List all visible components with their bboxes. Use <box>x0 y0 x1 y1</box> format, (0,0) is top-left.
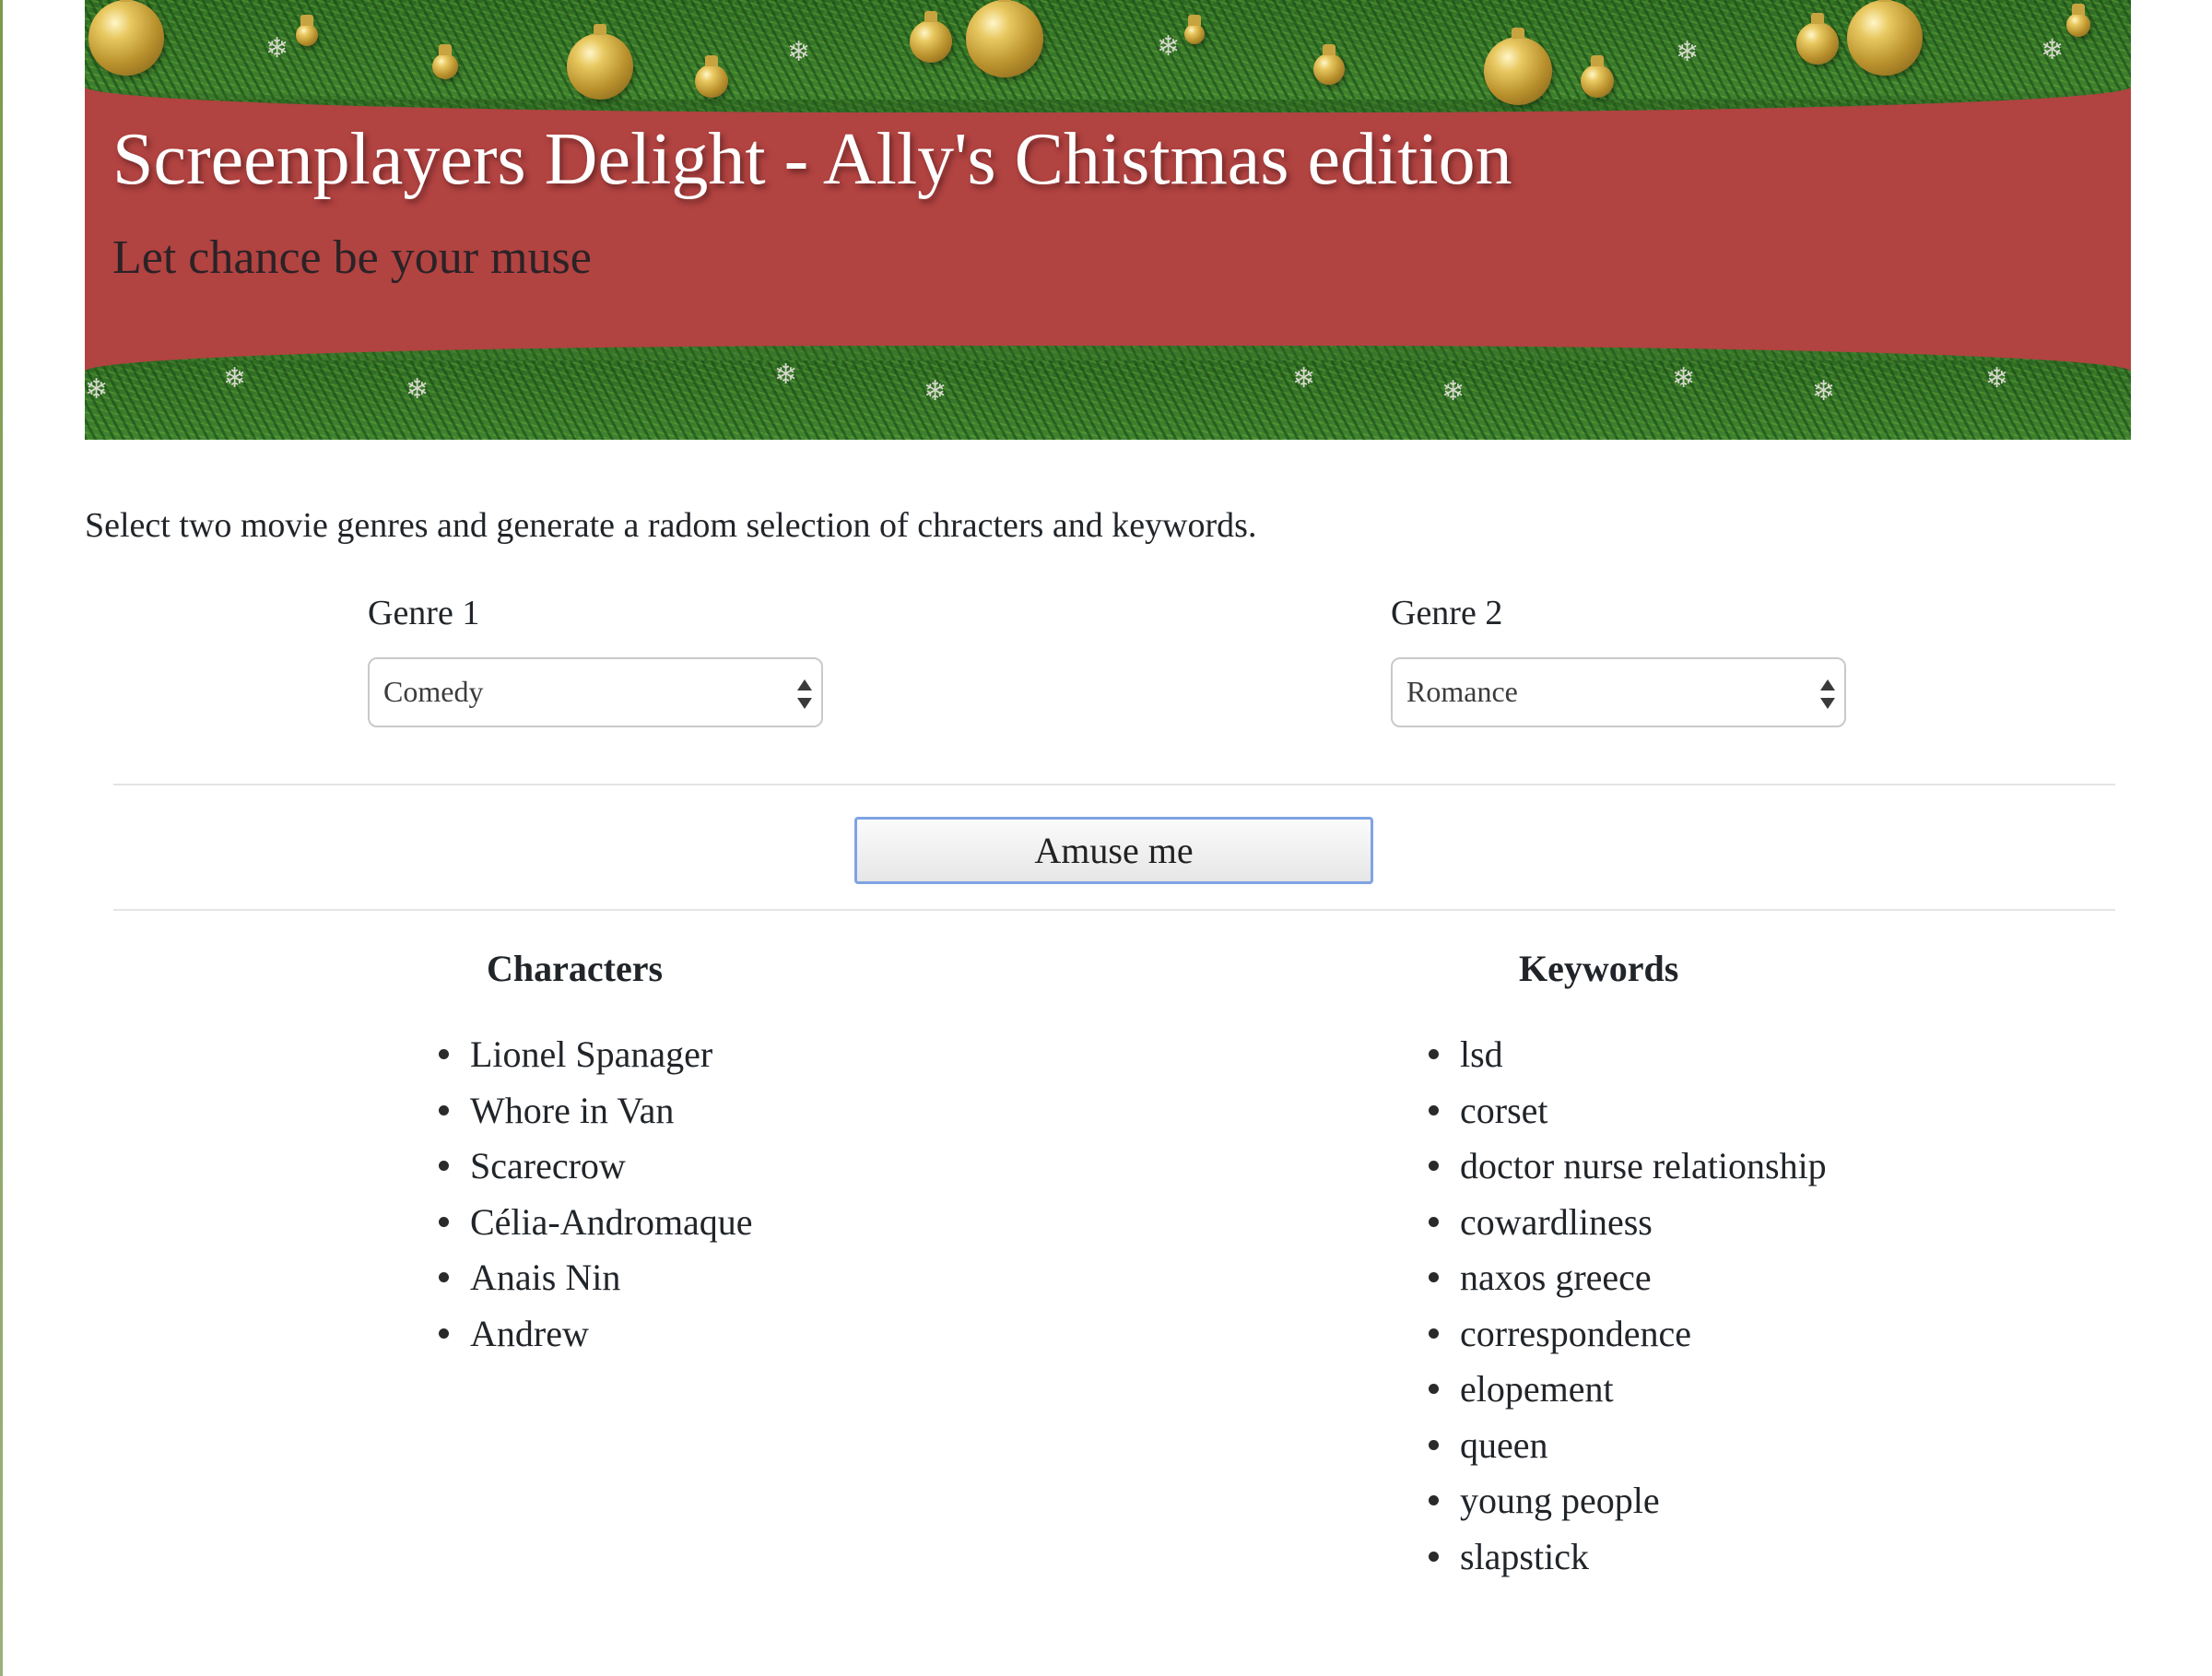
ornament-icon <box>1184 15 1205 44</box>
bullet-icon <box>1429 1495 1439 1505</box>
bullet-icon <box>439 1272 449 1282</box>
genre-1-label: Genre 1 <box>368 594 480 632</box>
bullet-icon <box>439 1216 449 1227</box>
select-arrows-icon <box>1820 678 1835 711</box>
snowflake-icon: ❄ <box>787 36 811 68</box>
list-item: young people <box>1429 1479 1827 1535</box>
ornament-icon <box>1847 0 1923 76</box>
snowflake-icon: ❄ <box>1812 375 1836 407</box>
list-item: Célia-Andromaque <box>439 1200 753 1257</box>
list-item: Andrew <box>439 1312 753 1368</box>
bullet-icon <box>1429 1328 1439 1339</box>
bullet-icon <box>1429 1049 1439 1059</box>
genre-1-selected-value: Comedy <box>383 675 484 708</box>
ornament-icon <box>1484 28 1552 105</box>
list-item: Lionel Spanager <box>439 1033 753 1089</box>
select-arrows-icon <box>797 678 812 711</box>
character-item-text: Andrew <box>470 1312 589 1354</box>
ornament-icon <box>88 0 164 76</box>
character-item-text: Lionel Spanager <box>470 1033 713 1075</box>
list-item: lsd <box>1429 1033 1827 1089</box>
ornament-icon <box>695 55 728 98</box>
ornament-icon <box>1581 55 1614 98</box>
list-item: Whore in Van <box>439 1089 753 1145</box>
list-item: naxos greece <box>1429 1256 1827 1312</box>
bullet-icon <box>1429 1384 1439 1394</box>
keyword-item-text: young people <box>1460 1480 1660 1521</box>
snowflake-icon: ❄ <box>1985 362 2009 395</box>
snowflake-icon: ❄ <box>774 359 798 391</box>
bullet-icon <box>1429 1272 1439 1282</box>
ornament-icon <box>567 24 633 100</box>
ornament-icon <box>432 44 458 79</box>
keyword-item-text: queen <box>1460 1423 1548 1466</box>
list-item: Scarecrow <box>439 1144 753 1200</box>
list-item: queen <box>1429 1423 1827 1480</box>
genre-2-selected-value: Romance <box>1406 675 1518 708</box>
bullet-icon <box>1429 1439 1439 1450</box>
bullet-icon <box>439 1049 449 1059</box>
genre-2-label: Genre 2 <box>1391 594 1503 632</box>
bullet-icon <box>1429 1104 1439 1115</box>
page-subtitle: Let chance be your muse <box>112 231 592 284</box>
snowflake-icon: ❄ <box>1292 362 1316 395</box>
bullet-icon <box>1429 1216 1439 1227</box>
snowflake-icon: ❄ <box>924 375 947 407</box>
intro-text: Select two movie genres and generate a r… <box>85 506 1257 545</box>
keyword-item-text: lsd <box>1460 1033 1503 1075</box>
list-item: cowardliness <box>1429 1200 1827 1257</box>
keyword-item-text: correspondence <box>1460 1312 1691 1354</box>
snowflake-icon: ❄ <box>85 373 109 406</box>
keyword-item-text: corset <box>1460 1089 1548 1131</box>
snowflake-icon: ❄ <box>1676 36 1700 68</box>
characters-list: Lionel Spanager Whore in Van Scarecrow C… <box>439 1033 753 1368</box>
keyword-item-text: cowardliness <box>1460 1200 1653 1243</box>
page-title: Screenplayers Delight - Ally's Chistmas … <box>112 119 1512 200</box>
list-item: slapstick <box>1429 1535 1827 1591</box>
characters-heading: Characters <box>487 948 664 989</box>
genre-2-select[interactable]: Romance <box>1391 657 1846 727</box>
snowflake-icon: ❄ <box>1157 30 1181 63</box>
snowflake-icon: ❄ <box>1672 362 1696 395</box>
keyword-item-text: doctor nurse relationship <box>1460 1145 1827 1186</box>
ornament-icon <box>1313 44 1345 85</box>
bullet-icon <box>439 1328 449 1339</box>
keyword-item-text: naxos greece <box>1460 1257 1652 1298</box>
snowflake-icon: ❄ <box>265 32 289 65</box>
keywords-heading: Keywords <box>1519 948 1679 989</box>
ornament-icon <box>2066 4 2090 37</box>
list-item: correspondence <box>1429 1312 1827 1368</box>
keyword-item-text: slapstick <box>1460 1535 1589 1577</box>
snowflake-icon: ❄ <box>406 373 429 406</box>
snowflake-icon: ❄ <box>223 362 247 395</box>
ornament-icon <box>910 11 952 63</box>
keywords-list: lsd corset doctor nurse relationship cow… <box>1429 1033 1827 1591</box>
character-item-text: Anais Nin <box>470 1257 621 1298</box>
list-item: Anais Nin <box>439 1256 753 1312</box>
list-item: elopement <box>1429 1367 1827 1423</box>
genre-1-select[interactable]: Comedy <box>368 657 823 727</box>
bullet-icon <box>439 1161 449 1171</box>
amuse-me-button[interactable]: Amuse me <box>854 817 1373 884</box>
list-item: doctor nurse relationship <box>1429 1144 1827 1200</box>
divider-bottom <box>113 909 2115 911</box>
character-item-text: Célia-Andromaque <box>470 1200 753 1243</box>
bullet-icon <box>1429 1161 1439 1171</box>
keyword-item-text: elopement <box>1460 1368 1614 1410</box>
character-item-text: Whore in Van <box>470 1089 675 1131</box>
divider-top <box>113 784 2115 785</box>
christmas-banner: ❄ ❄ ❄ ❄ ❄ ❄ ❄ ❄ ❄ ❄ ❄ ❄ ❄ ❄ ❄ Screenplay… <box>85 0 2131 440</box>
ornament-icon <box>1796 13 1839 65</box>
bullet-icon <box>1429 1551 1439 1562</box>
character-item-text: Scarecrow <box>470 1145 626 1186</box>
bullet-icon <box>439 1104 449 1115</box>
snowflake-icon: ❄ <box>1441 375 1465 407</box>
window-edge <box>0 0 3 1676</box>
list-item: corset <box>1429 1089 1827 1145</box>
ornament-icon <box>296 15 318 46</box>
ornament-icon <box>966 0 1043 77</box>
snowflake-icon: ❄ <box>2041 34 2065 66</box>
